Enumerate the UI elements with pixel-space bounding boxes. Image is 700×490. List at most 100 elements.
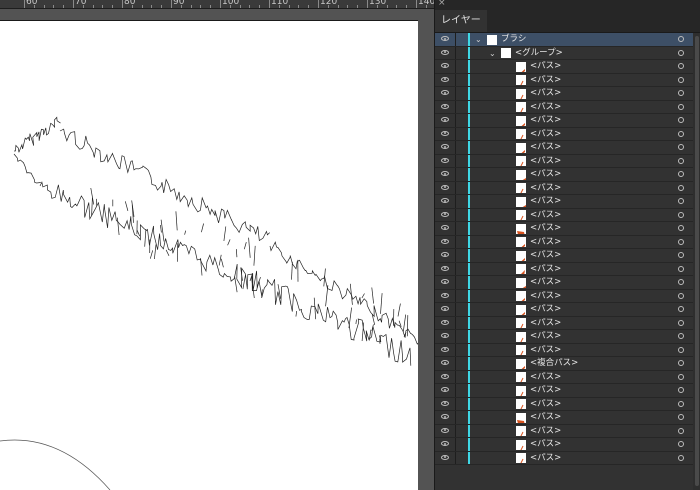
target-icon[interactable]	[678, 441, 684, 447]
brush-stroke[interactable]	[295, 310, 298, 317]
path-name[interactable]: <パス>	[530, 222, 561, 235]
brush-stroke[interactable]	[253, 245, 256, 266]
eye-icon[interactable]	[441, 252, 449, 257]
brush-stroke[interactable]	[355, 319, 357, 325]
brush-stroke[interactable]	[144, 229, 147, 247]
target-icon[interactable]	[678, 252, 684, 258]
eye-icon[interactable]	[441, 360, 449, 365]
lock-column[interactable]	[455, 370, 456, 383]
lock-column[interactable]	[455, 424, 456, 437]
path-row[interactable]: <パス>	[435, 141, 700, 155]
eye-icon[interactable]	[441, 427, 449, 433]
brush-stroke[interactable]	[380, 293, 383, 314]
target-icon[interactable]	[678, 49, 684, 56]
eye-icon[interactable]	[441, 441, 449, 446]
eye-icon[interactable]	[441, 63, 449, 68]
brush-stroke[interactable]	[160, 219, 165, 242]
brush-stroke[interactable]	[13, 153, 41, 184]
path-name[interactable]: <パス>	[530, 317, 561, 330]
brush-stroke[interactable]	[368, 329, 372, 341]
path-name[interactable]: <パス>	[530, 263, 561, 276]
eye-icon[interactable]	[441, 346, 449, 352]
path-name[interactable]: <複合パス>	[530, 357, 578, 370]
brush-stroke[interactable]	[291, 261, 293, 280]
target-icon[interactable]	[678, 387, 684, 393]
target-icon[interactable]	[678, 306, 684, 312]
group-name[interactable]: <グループ>	[515, 47, 563, 60]
target-icon[interactable]	[678, 36, 684, 42]
brush-stroke[interactable]	[59, 128, 270, 242]
path-name[interactable]: <パス>	[530, 384, 561, 397]
eye-icon[interactable]	[441, 265, 449, 271]
brush-stroke[interactable]	[406, 315, 409, 337]
path-row[interactable]: <パス>	[435, 127, 700, 141]
eye-icon[interactable]	[441, 103, 449, 109]
eye-icon[interactable]	[441, 292, 449, 298]
lock-column[interactable]	[455, 127, 456, 140]
path-name[interactable]: <パス>	[530, 398, 561, 411]
lock-column[interactable]	[455, 249, 456, 262]
path-row[interactable]: <パス>	[435, 303, 700, 317]
lock-column[interactable]	[455, 33, 456, 46]
path-name[interactable]: <パス>	[530, 344, 561, 357]
brush-stroke[interactable]	[184, 230, 187, 235]
lock-column[interactable]	[455, 168, 456, 181]
brush-artwork[interactable]	[0, 21, 418, 490]
lock-column[interactable]	[455, 411, 456, 424]
path-name[interactable]: <パス>	[530, 371, 561, 384]
path-row[interactable]: <パス>	[435, 100, 700, 114]
path-row[interactable]: <パス>	[435, 73, 700, 87]
layer-row[interactable]: ⌄ ブラシ	[435, 33, 700, 47]
path-name[interactable]: <パス>	[530, 249, 561, 262]
path-row[interactable]: <パス>	[435, 154, 700, 168]
target-icon[interactable]	[678, 427, 684, 434]
path-name[interactable]: <パス>	[530, 74, 561, 87]
target-icon[interactable]	[678, 198, 684, 204]
lock-column[interactable]	[455, 343, 456, 356]
lock-column[interactable]	[455, 208, 456, 221]
eye-icon[interactable]	[441, 184, 449, 190]
target-icon[interactable]	[678, 454, 684, 461]
brush-stroke[interactable]	[220, 258, 224, 268]
lock-column[interactable]	[455, 384, 456, 397]
eye-icon[interactable]	[441, 49, 449, 55]
brush-stroke[interactable]	[165, 249, 170, 256]
brush-stroke[interactable]	[249, 270, 412, 366]
path-row[interactable]: <パス>	[435, 343, 700, 357]
target-icon[interactable]	[678, 265, 684, 272]
lock-column[interactable]	[455, 357, 456, 370]
lock-column[interactable]	[455, 46, 456, 59]
path-row[interactable]: <パス>	[435, 168, 700, 182]
eye-icon[interactable]	[441, 319, 449, 325]
path-row[interactable]: <複合パス>	[435, 357, 700, 371]
brush-stroke[interactable]	[201, 223, 204, 233]
brush-stroke[interactable]	[348, 307, 352, 329]
path-name[interactable]: <パス>	[530, 114, 561, 127]
brush-stroke[interactable]	[154, 244, 157, 260]
brush-stroke[interactable]	[243, 242, 247, 250]
brush-stroke[interactable]	[325, 285, 329, 307]
path-row[interactable]: <パス>	[435, 289, 700, 303]
path-name[interactable]: <パス>	[530, 452, 561, 465]
path-name[interactable]: <パス>	[530, 438, 561, 451]
path-row[interactable]: <パス>	[435, 370, 700, 384]
eye-icon[interactable]	[441, 306, 449, 311]
eye-icon[interactable]	[441, 225, 449, 230]
path-name[interactable]: <パス>	[530, 236, 561, 249]
path-row[interactable]: <パス>	[435, 235, 700, 249]
brush-stroke[interactable]	[218, 254, 222, 266]
eye-icon[interactable]	[441, 171, 449, 176]
path-name[interactable]: <パス>	[530, 290, 561, 303]
path-name[interactable]: <パス>	[530, 168, 561, 181]
brush-stroke[interactable]	[124, 201, 129, 211]
brush-stroke[interactable]	[269, 241, 418, 345]
eye-icon[interactable]	[441, 454, 449, 460]
path-row[interactable]: <パス>	[435, 208, 700, 222]
brush-stroke[interactable]	[242, 274, 246, 290]
path-name[interactable]: <パス>	[530, 276, 561, 289]
chevron-down-icon[interactable]: ⌄	[489, 47, 496, 60]
eye-icon[interactable]	[441, 414, 449, 419]
path-row[interactable]: <パス>	[435, 438, 700, 452]
path-row[interactable]: <パス>	[435, 330, 700, 344]
brush-stroke[interactable]	[397, 303, 401, 317]
